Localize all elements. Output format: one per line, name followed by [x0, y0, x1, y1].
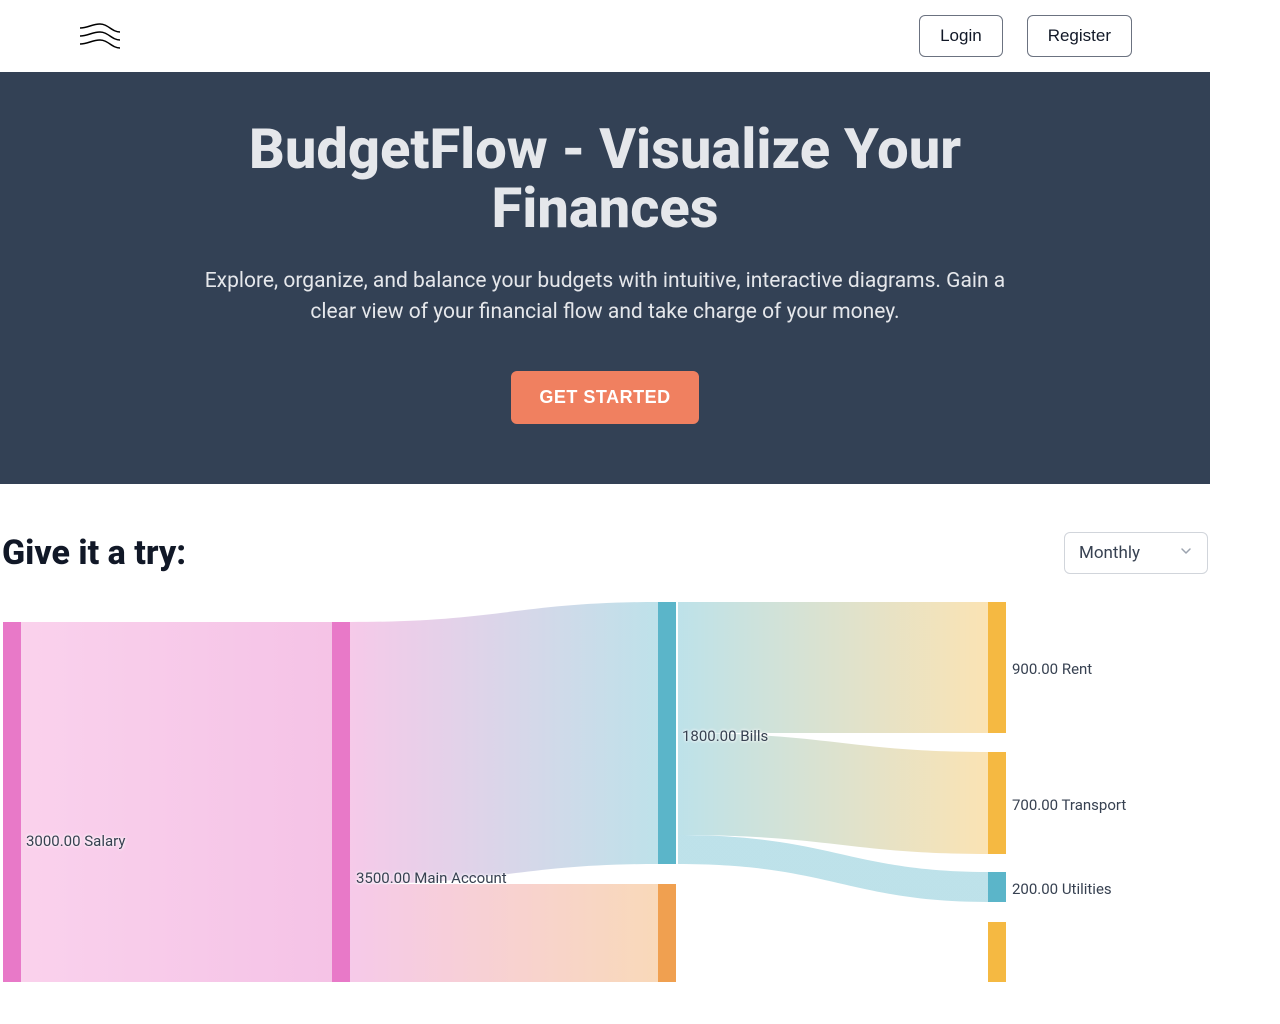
period-select[interactable]: Monthly	[1064, 532, 1208, 574]
register-button[interactable]: Register	[1027, 15, 1132, 57]
hero-subtitle: Explore, organize, and balance your budg…	[180, 266, 1030, 329]
sankey-label-transport: 700.00 Transport	[1012, 796, 1126, 814]
chevron-down-icon	[1179, 543, 1193, 563]
sankey-label-main-account: 3500.00 Main Account	[356, 869, 507, 887]
sankey-label-utilities: 200.00 Utilities	[1012, 880, 1112, 898]
try-section: Give it a try: Monthly	[0, 484, 1210, 982]
hero-section: BudgetFlow - Visualize Your Finances Exp…	[0, 72, 1210, 484]
sankey-diagram[interactable]: 3000.00 Salary 3500.00 Main Account 1800…	[0, 602, 1210, 982]
nav-buttons: Login Register	[919, 15, 1132, 57]
try-title: Give it a try:	[0, 533, 186, 573]
login-button[interactable]: Login	[919, 15, 1003, 57]
navbar: Login Register	[0, 0, 1210, 72]
period-select-label: Monthly	[1079, 543, 1140, 563]
hero-title: BudgetFlow - Visualize Your Finances	[155, 120, 1055, 238]
get-started-button[interactable]: GET STARTED	[511, 371, 698, 424]
sankey-label-rent: 900.00 Rent	[1012, 660, 1092, 678]
sankey-label-salary: 3000.00 Salary	[26, 832, 125, 850]
app-logo	[78, 14, 122, 58]
sankey-label-bills: 1800.00 Bills	[682, 727, 768, 745]
try-header: Give it a try: Monthly	[0, 532, 1210, 602]
